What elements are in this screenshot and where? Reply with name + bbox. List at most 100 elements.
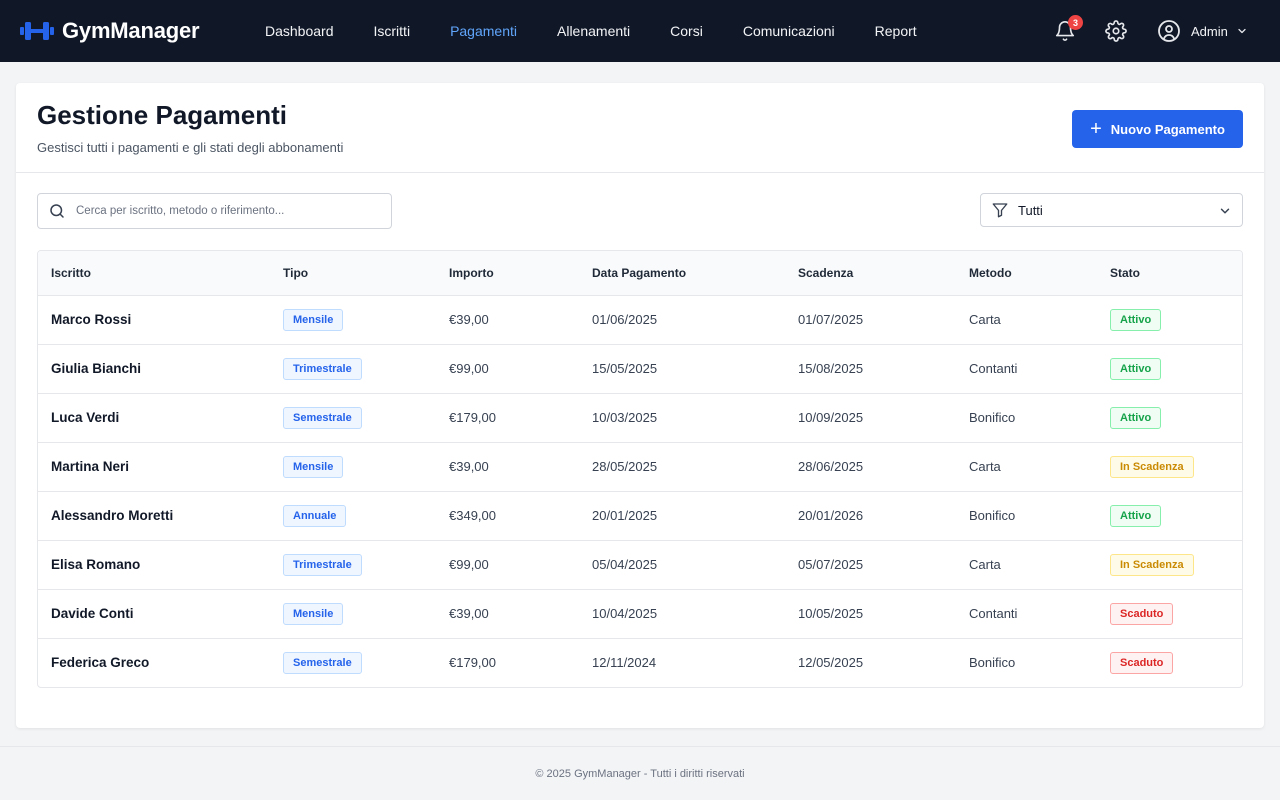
cell-stato: In Scadenza (1110, 540, 1242, 590)
dumbbell-icon (20, 22, 54, 40)
type-badge: Trimestrale (283, 553, 362, 576)
cell-tipo: Annuale (283, 491, 449, 541)
filter-icon (992, 203, 1008, 218)
type-badge: Annuale (283, 504, 347, 527)
table-row[interactable]: Luca Verdi Semestrale €179,00 10/03/2025 10/… (38, 393, 1242, 443)
column-header-stato[interactable]: Stato (1110, 251, 1242, 296)
table-row[interactable]: Marco Rossi Mensile €39,00 01/06/2025 01/07/… (38, 295, 1242, 345)
user-avatar-icon (1158, 20, 1180, 42)
cell-scadenza: 20/01/2026 (798, 491, 969, 541)
column-header-metodo[interactable]: Metodo (969, 251, 1110, 296)
table-row[interactable]: Alessandro Moretti Annuale €349,00 20/01/20… (38, 491, 1242, 541)
cell-tipo: Semestrale (283, 638, 449, 687)
cell-metodo: Bonifico (969, 491, 1110, 541)
cell-metodo: Contanti (969, 589, 1110, 639)
page-subtitle: Gestisci tutti i pagamenti e gli stati d… (37, 140, 344, 155)
cell-scadenza: 01/07/2025 (798, 295, 969, 345)
nav-item-comunicazioni[interactable]: Comunicazioni (723, 0, 855, 62)
type-badge: Mensile (283, 308, 344, 331)
cell-stato: Scaduto (1110, 589, 1242, 639)
nav-item-allenamenti[interactable]: Allenamenti (537, 0, 650, 62)
nav-item-corsi[interactable]: Corsi (650, 0, 723, 62)
table-row[interactable]: Federica Greco Semestrale €179,00 12/11/202… (38, 638, 1242, 687)
cell-metodo: Carta (969, 442, 1110, 492)
footer: © 2025 GymManager - Tutti i diritti rise… (0, 746, 1280, 800)
brand[interactable]: GymManager (20, 0, 200, 62)
user-name: Admin (1191, 23, 1228, 39)
nav-item-pagamenti[interactable]: Pagamenti (430, 0, 537, 62)
nav-item-iscritti[interactable]: Iscritti (354, 0, 431, 62)
payments-table-body: Marco Rossi Mensile €39,00 01/06/2025 01/07/… (38, 295, 1242, 687)
cell-scadenza: 10/09/2025 (798, 393, 969, 443)
cell-iscritto: Giulia Bianchi (38, 344, 283, 394)
status-badge: Attivo (1110, 308, 1162, 331)
cell-data-pagamento: 01/06/2025 (592, 295, 798, 345)
cell-data-pagamento: 20/01/2025 (592, 491, 798, 541)
column-header-importo[interactable]: Importo (449, 251, 592, 296)
column-header-data-pagamento[interactable]: Data Pagamento (592, 251, 798, 296)
table-row[interactable]: Martina Neri Mensile €39,00 28/05/2025 28/06… (38, 442, 1242, 492)
settings-button[interactable] (1104, 19, 1128, 43)
cell-tipo: Trimestrale (283, 344, 449, 394)
new-payment-button-label: Nuovo Pagamento (1110, 121, 1225, 137)
search-input[interactable] (76, 205, 376, 217)
column-header-iscritto[interactable]: Iscritto (38, 251, 283, 296)
cell-stato: In Scadenza (1110, 442, 1242, 492)
cell-iscritto: Marco Rossi (38, 295, 283, 345)
table-row[interactable]: Elisa Romano Trimestrale €99,00 05/04/2025 0… (38, 540, 1242, 590)
new-payment-button[interactable]: + Nuovo Pagamento (1072, 110, 1243, 148)
main-nav: Dashboard Iscritti Pagamenti Allenamenti… (245, 0, 937, 62)
status-badge: Attivo (1110, 406, 1162, 429)
cell-stato: Scaduto (1110, 638, 1242, 687)
plus-icon: + (1090, 118, 1102, 140)
nav-item-dashboard[interactable]: Dashboard (245, 0, 354, 62)
column-header-tipo[interactable]: Tipo (283, 251, 449, 296)
cell-scadenza: 12/05/2025 (798, 655, 864, 671)
table-header-row: Iscritto Tipo Importo Data Pagamento Sca… (38, 251, 1242, 296)
table-row[interactable]: Giulia Bianchi Trimestrale €99,00 15/05/202… (38, 344, 1242, 394)
user-menu[interactable]: Admin (1157, 19, 1248, 43)
cell-scadenza: 10/05/2025 (798, 589, 969, 639)
notifications-button[interactable]: 3 (1053, 15, 1083, 43)
cell-iscritto: Elisa Romano (38, 540, 283, 590)
cell-data-pagamento: 12/11/2024 (592, 655, 657, 671)
type-badge: Semestrale (283, 406, 362, 429)
cell-tipo: Mensile (283, 589, 449, 639)
payments-card: Gestione Pagamenti Gestisci tutti i paga… (16, 83, 1264, 728)
cell-metodo: Bonifico (969, 393, 1110, 443)
column-header-scadenza[interactable]: Scadenza (798, 251, 969, 296)
cell-metodo: Bonifico (969, 655, 1016, 671)
cell-stato: Attivo (1110, 491, 1242, 541)
table-row[interactable]: Davide Conti Mensile €39,00 10/04/2025 10/05… (38, 589, 1242, 639)
top-navbar: GymManager Dashboard Iscritti Pagamenti … (0, 0, 1280, 62)
cell-data-pagamento: 28/05/2025 (592, 442, 798, 492)
page-title: Gestione Pagamenti (37, 100, 287, 130)
payments-table-container: Iscritto Tipo Importo Data Pagamento Sca… (37, 250, 1243, 688)
cell-importo: €99,00 (449, 540, 592, 590)
status-badge: In Scadenza (1110, 455, 1194, 478)
nav-item-report[interactable]: Report (855, 0, 937, 62)
gear-icon (1105, 20, 1127, 42)
type-badge: Semestrale (283, 651, 362, 674)
cell-tipo: Mensile (283, 295, 449, 345)
cell-metodo: Carta (969, 295, 1110, 345)
status-badge: In Scadenza (1110, 553, 1194, 576)
search-icon (50, 204, 64, 218)
cell-iscritto: Davide Conti (38, 589, 283, 639)
cell-metodo: Contanti (969, 344, 1110, 394)
cell-iscritto: Luca Verdi (38, 393, 283, 443)
cell-stato: Attivo (1110, 295, 1242, 345)
cell-tipo: Trimestrale (283, 540, 449, 590)
cell-tipo: Semestrale (283, 393, 449, 443)
cell-data-pagamento: 10/03/2025 (592, 393, 798, 443)
card-header: Gestione Pagamenti Gestisci tutti i paga… (16, 83, 1264, 173)
cell-scadenza: 05/07/2025 (798, 540, 969, 590)
cell-importo: €39,00 (449, 589, 592, 639)
cell-tipo: Mensile (283, 442, 449, 492)
status-filter-select[interactable]: Tutti (980, 193, 1243, 227)
cell-data-pagamento: 15/05/2025 (592, 344, 798, 394)
notification-count-badge: 3 (1068, 15, 1083, 30)
cell-stato: Attivo (1110, 393, 1242, 443)
status-badge: Scaduto (1110, 602, 1174, 625)
status-badge: Scaduto (1110, 651, 1174, 674)
